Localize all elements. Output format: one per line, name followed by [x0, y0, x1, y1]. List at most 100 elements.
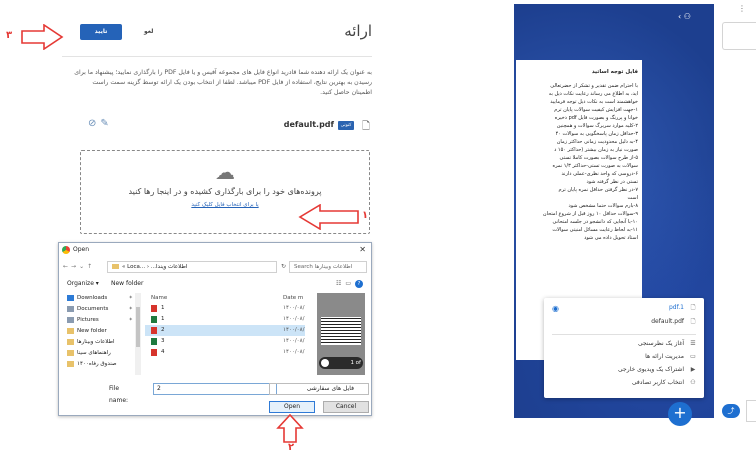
file-type-select[interactable]: فایل های سفارشی [269, 383, 369, 395]
nav-buttons: ←→⌄↑ [63, 261, 95, 273]
side-panel-edge [722, 22, 756, 50]
help-icon[interactable]: ? [355, 280, 363, 288]
pin-icon: ✦ [128, 306, 133, 312]
list-header: Name Date m [145, 293, 305, 303]
folder-icon [67, 338, 74, 345]
file-list: Name Date m 1 ۱۴۰۰/۰۸/ 1 ۱۴۰۰/۰۸/ 2 ۱۴۰۰/۰۸… [145, 293, 305, 375]
preview-thumbnail [321, 317, 361, 345]
annotation-number-1: ۱ [362, 210, 369, 221]
panel-title: ارائه [344, 22, 372, 40]
view-controls: ☷▭? [336, 279, 363, 289]
scroll-thumb[interactable] [136, 307, 140, 347]
annotation-number-3: ۳ [6, 30, 13, 41]
documents-icon [67, 305, 74, 312]
nav-item-pictures[interactable]: Pictures ✦ [63, 315, 135, 326]
divider [62, 56, 372, 57]
folder-icon [112, 264, 119, 269]
file-icon: 🗋 [690, 318, 696, 325]
preview-pane-icon[interactable]: ▭ [345, 280, 355, 287]
up-icon[interactable]: ↑ [87, 263, 95, 270]
path-field[interactable]: « Loca... › ...اطلاعات ویندا [107, 261, 277, 273]
start-poll-item[interactable]: ☰آغاز یک نظرسنجی [554, 338, 704, 350]
file-row[interactable]: 3 ۱۴۰۰/۰۸/ [145, 336, 305, 347]
nav-item-downloads[interactable]: Downloads ✦ [63, 293, 135, 304]
actions-popup: ◉ 🗋pdf.1 🗋default.pdf ☰آغاز یک نظرسنجی ▭… [544, 298, 704, 398]
cloud-upload-icon: ☁ [215, 160, 235, 184]
document-heading: فایل توجه اساتید [591, 69, 638, 75]
nav-scrollbar[interactable] [135, 293, 141, 375]
confirm-button[interactable]: تایید [80, 24, 122, 40]
nav-item-welfare-fund[interactable]: صندوق رفاه۱۴۰۰ [63, 359, 135, 370]
user-icon[interactable]: ‹ ⚇ [678, 12, 691, 21]
manage-presentations-item[interactable]: ▭مدیریت ارائه ها [554, 351, 704, 363]
drop-text: پرونده‌های خود را برای بارگذاری کشیده و … [128, 187, 322, 196]
search-input[interactable]: Search اطلاعات وبینارها [289, 261, 367, 273]
dialog-cancel-button[interactable]: Cancel [323, 401, 369, 413]
pin-icon: ✦ [128, 295, 133, 301]
check-circle-icon[interactable]: ⊘ [88, 118, 100, 129]
dialog-title: Open [73, 246, 90, 253]
new-folder-button[interactable]: New folder [111, 279, 143, 289]
nav-item-documents[interactable]: Documents ✦ [63, 304, 135, 315]
annotation-arrow-2 [276, 414, 304, 443]
poll-icon: ☰ [690, 340, 696, 347]
close-icon[interactable]: ✕ [359, 243, 366, 257]
pdf-file-icon [151, 327, 157, 334]
folder-icon [67, 360, 74, 367]
popup-divider [552, 334, 696, 335]
forward-icon[interactable]: → [71, 263, 79, 270]
document-icon: 🗋 [361, 121, 370, 132]
file-name-label: File name: [109, 385, 129, 404]
view-icon[interactable]: ☷ [336, 280, 345, 287]
preview-pane: 1 of [317, 293, 365, 375]
excel-file-icon [151, 316, 157, 323]
nav-item-sina-guides[interactable]: راهنماهای سینا [63, 348, 135, 359]
popup-file-item[interactable]: 🗋pdf.1 [554, 302, 704, 314]
edit-icon[interactable]: ✎ [100, 118, 112, 129]
file-row[interactable]: 1 ۱۴۰۰/۰۸/ [145, 314, 305, 325]
file-row[interactable]: 4 ۱۴۰۰/۰۸/ [145, 347, 305, 358]
pin-icon: ✦ [128, 317, 133, 323]
excel-file-icon [151, 338, 157, 345]
annotation-arrow-3 [21, 24, 64, 50]
folder-icon [67, 327, 74, 334]
back-icon[interactable]: ← [63, 263, 71, 270]
file-row-selected[interactable]: 2 ۱۴۰۰/۰۸/ [145, 325, 305, 336]
file-name: default.pdf [283, 120, 334, 129]
file-row[interactable]: 1 ۱۴۰۰/۰۸/ [145, 303, 305, 314]
current-badge: کنونی [338, 121, 354, 130]
column-date[interactable]: Date m [283, 293, 303, 303]
organize-button[interactable]: Organize ▾ [67, 279, 99, 289]
annotation-arrow-1 [298, 204, 359, 230]
side-panel-box [746, 400, 756, 422]
folder-icon [67, 349, 74, 356]
more-icon[interactable]: ⋮ [738, 4, 746, 13]
nav-item-new-folder[interactable]: New folder [63, 326, 135, 337]
document-body: با احترام ضمن تقدیر و تشکر از حضرتعالی ا… [542, 83, 638, 241]
presentation-panel: ارائه تایید لغو به عنوان یک ارائه دهنده … [62, 8, 382, 234]
share-screen-button[interactable]: ⤴ [722, 404, 740, 418]
download-icon [67, 294, 74, 301]
random-user-item[interactable]: ⚇انتخاب کاربر تصادفی [554, 377, 704, 389]
column-name[interactable]: Name [151, 293, 167, 303]
chevron-down-icon[interactable]: ⌄ [79, 263, 87, 270]
navigation-pane: Downloads ✦ Documents ✦ Pictures ✦ New fold… [63, 293, 135, 375]
pdf-file-icon [151, 349, 157, 356]
presentation-icon: ▭ [690, 353, 696, 360]
file-name-input[interactable]: 2 [153, 383, 277, 395]
page-nav-icon[interactable] [321, 359, 329, 367]
nav-item-webinar-info[interactable]: اطلاعات وبینارها [63, 337, 135, 348]
open-button[interactable]: Open [269, 401, 315, 413]
share-video-item[interactable]: ▶اشتراک یک ویدیوی خارجی [554, 364, 704, 376]
dialog-toolbar: Organize ▾ New folder ☷▭? [67, 279, 367, 289]
add-button[interactable]: + [668, 402, 692, 426]
annotation-number-2: ۲ [288, 442, 295, 453]
preview-controls: 1 of [319, 357, 363, 369]
cancel-button[interactable]: لغو [144, 24, 153, 40]
upload-description: به عنوان یک ارائه دهنده شما قادرید انواع… [74, 69, 372, 96]
open-file-dialog: Open ✕ ←→⌄↑ « Loca... › ...اطلاعات ویندا… [58, 242, 372, 416]
file-row: 🗋 کنونی default.pdf ⊘✎ [82, 118, 372, 134]
popup-file-item[interactable]: 🗋default.pdf [554, 316, 704, 328]
pdf-file-icon [151, 305, 157, 312]
file-icon: 🗋 [690, 304, 696, 311]
